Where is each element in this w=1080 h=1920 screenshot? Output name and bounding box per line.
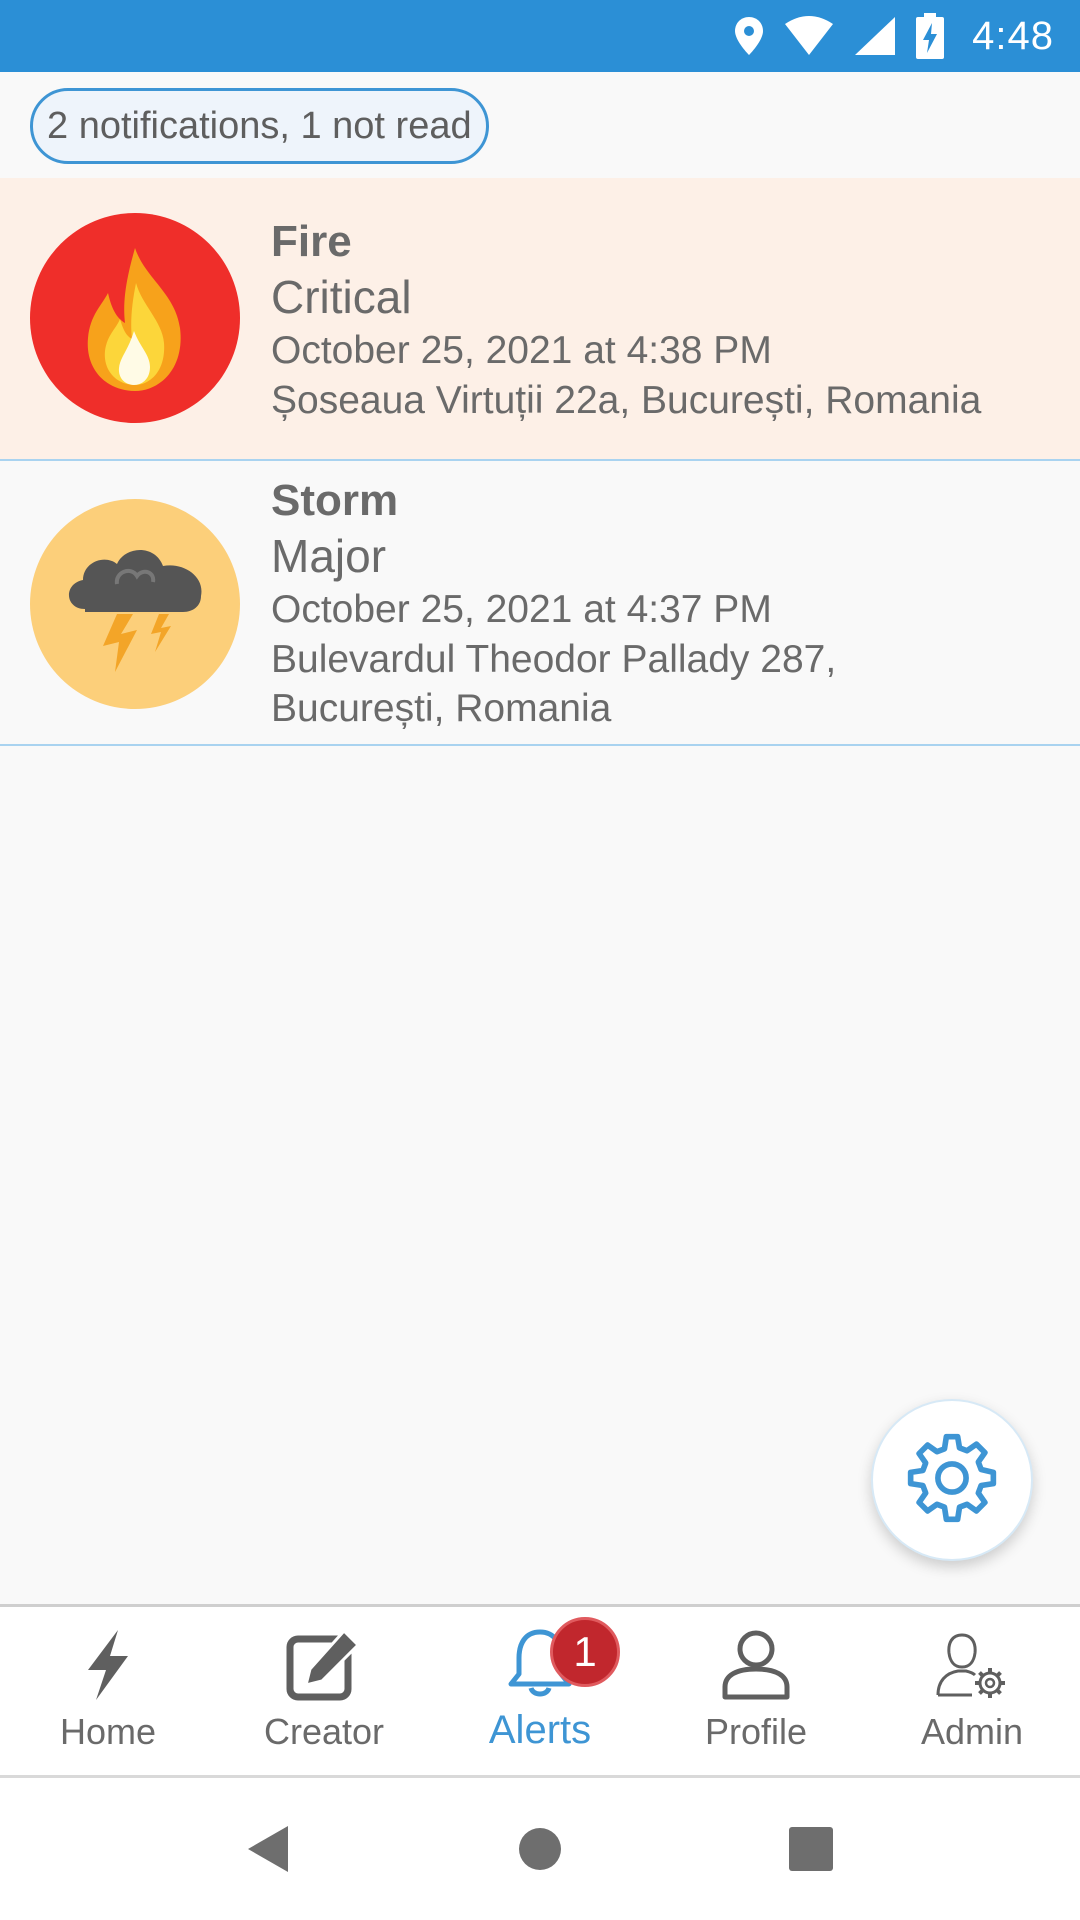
tab-home[interactable]: Home [0, 1607, 216, 1775]
notification-severity: Critical [271, 271, 412, 323]
android-nav-bar [0, 1778, 1080, 1920]
location-icon [734, 16, 764, 56]
notification-address: Șoseaua Virtuții 22a, București, Romania [271, 379, 982, 422]
gear-icon [905, 1431, 999, 1530]
tab-admin[interactable]: Admin [864, 1607, 1080, 1775]
settings-fab-button[interactable] [871, 1399, 1033, 1561]
bottom-tab-bar: Home Creator Alerts 1 Profile Admin [0, 1604, 1080, 1778]
notification-item-storm[interactable]: Storm Major October 25, 2021 at 4:37 PM … [0, 461, 1080, 746]
notification-date: October 25, 2021 at 4:38 PM [271, 329, 772, 372]
tab-alerts[interactable]: Alerts 1 [432, 1607, 648, 1775]
admin-gear-user-icon [936, 1625, 1008, 1705]
tab-label: Alerts [488, 1708, 592, 1752]
tab-label: Creator [263, 1711, 385, 1752]
notification-summary-chip[interactable]: 2 notifications, 1 not read [30, 88, 489, 164]
back-icon[interactable] [243, 1824, 293, 1874]
signal-icon [854, 16, 896, 56]
edit-icon [286, 1625, 362, 1705]
notification-title: Fire [271, 217, 352, 266]
notification-address: Bulevardul Theodor Pallady 287, Bucureșt… [271, 638, 837, 730]
status-time: 4:48 [972, 13, 1054, 58]
notification-summary-row: 2 notifications, 1 not read [0, 72, 1080, 178]
status-bar: 4:48 [0, 0, 1080, 72]
notification-text: Fire Critical October 25, 2021 at 4:38 P… [271, 216, 1061, 425]
tab-profile[interactable]: Profile [648, 1607, 864, 1775]
recents-square-icon[interactable] [786, 1824, 836, 1874]
storm-icon [30, 499, 240, 709]
tab-creator[interactable]: Creator [216, 1607, 432, 1775]
fire-icon [30, 213, 240, 423]
tab-label: Admin [920, 1711, 1024, 1752]
notification-text: Storm Major October 25, 2021 at 4:37 PM … [271, 475, 1061, 733]
notification-date: October 25, 2021 at 4:37 PM [271, 588, 772, 631]
battery-charging-icon [916, 13, 945, 59]
tab-label: Home [59, 1711, 157, 1752]
notification-item-fire[interactable]: Fire Critical October 25, 2021 at 4:38 P… [0, 178, 1080, 461]
lightning-icon [84, 1625, 132, 1705]
notification-severity: Major [271, 530, 387, 582]
notification-title: Storm [271, 476, 399, 525]
alerts-count-badge: 1 [550, 1617, 620, 1687]
tab-label: Profile [704, 1711, 808, 1752]
home-circle-icon[interactable] [515, 1824, 565, 1874]
wifi-icon [784, 16, 834, 56]
user-icon [721, 1625, 791, 1705]
